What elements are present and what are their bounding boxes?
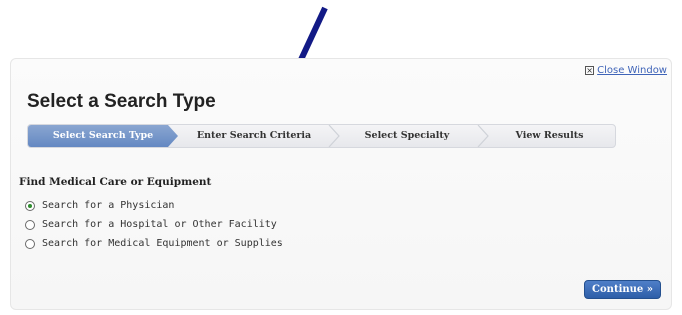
- step-select-search-type: Select Search Type: [28, 125, 178, 147]
- step-view-results: View Results: [482, 125, 615, 147]
- search-type-options: Search for a Physician Search for a Hosp…: [25, 196, 283, 253]
- step-label: Enter Search Criteria: [196, 130, 312, 141]
- step-label: View Results: [515, 130, 584, 141]
- close-window-link[interactable]: Close Window: [597, 65, 667, 76]
- step-select-specialty: Select Specialty: [332, 125, 482, 147]
- close-window[interactable]: × Close Window: [585, 65, 667, 76]
- option-physician[interactable]: Search for a Physician: [25, 196, 283, 215]
- close-icon[interactable]: ×: [585, 66, 595, 75]
- progress-steps: Select Search Type Enter Search Criteria…: [27, 124, 616, 148]
- option-label: Search for Medical Equipment or Supplies: [42, 238, 283, 249]
- radio-button[interactable]: [25, 238, 35, 249]
- step-label: Select Specialty: [364, 130, 450, 141]
- option-label: Search for a Physician: [42, 200, 175, 211]
- continue-button[interactable]: Continue »: [584, 280, 661, 299]
- radio-button[interactable]: [25, 200, 35, 211]
- search-type-dialog: × Close Window Select a Search Type Sele…: [10, 58, 672, 310]
- step-label: Select Search Type: [52, 130, 154, 141]
- step-separator: [477, 125, 489, 147]
- option-medical-equipment[interactable]: Search for Medical Equipment or Supplies: [25, 234, 283, 253]
- option-label: Search for a Hospital or Other Facility: [42, 219, 277, 230]
- step-enter-search-criteria: Enter Search Criteria: [176, 125, 332, 147]
- section-title: Find Medical Care or Equipment: [19, 176, 212, 188]
- radio-button[interactable]: [25, 219, 35, 230]
- option-hospital-facility[interactable]: Search for a Hospital or Other Facility: [25, 215, 283, 234]
- page-title: Select a Search Type: [27, 91, 216, 112]
- step-separator: [328, 125, 340, 147]
